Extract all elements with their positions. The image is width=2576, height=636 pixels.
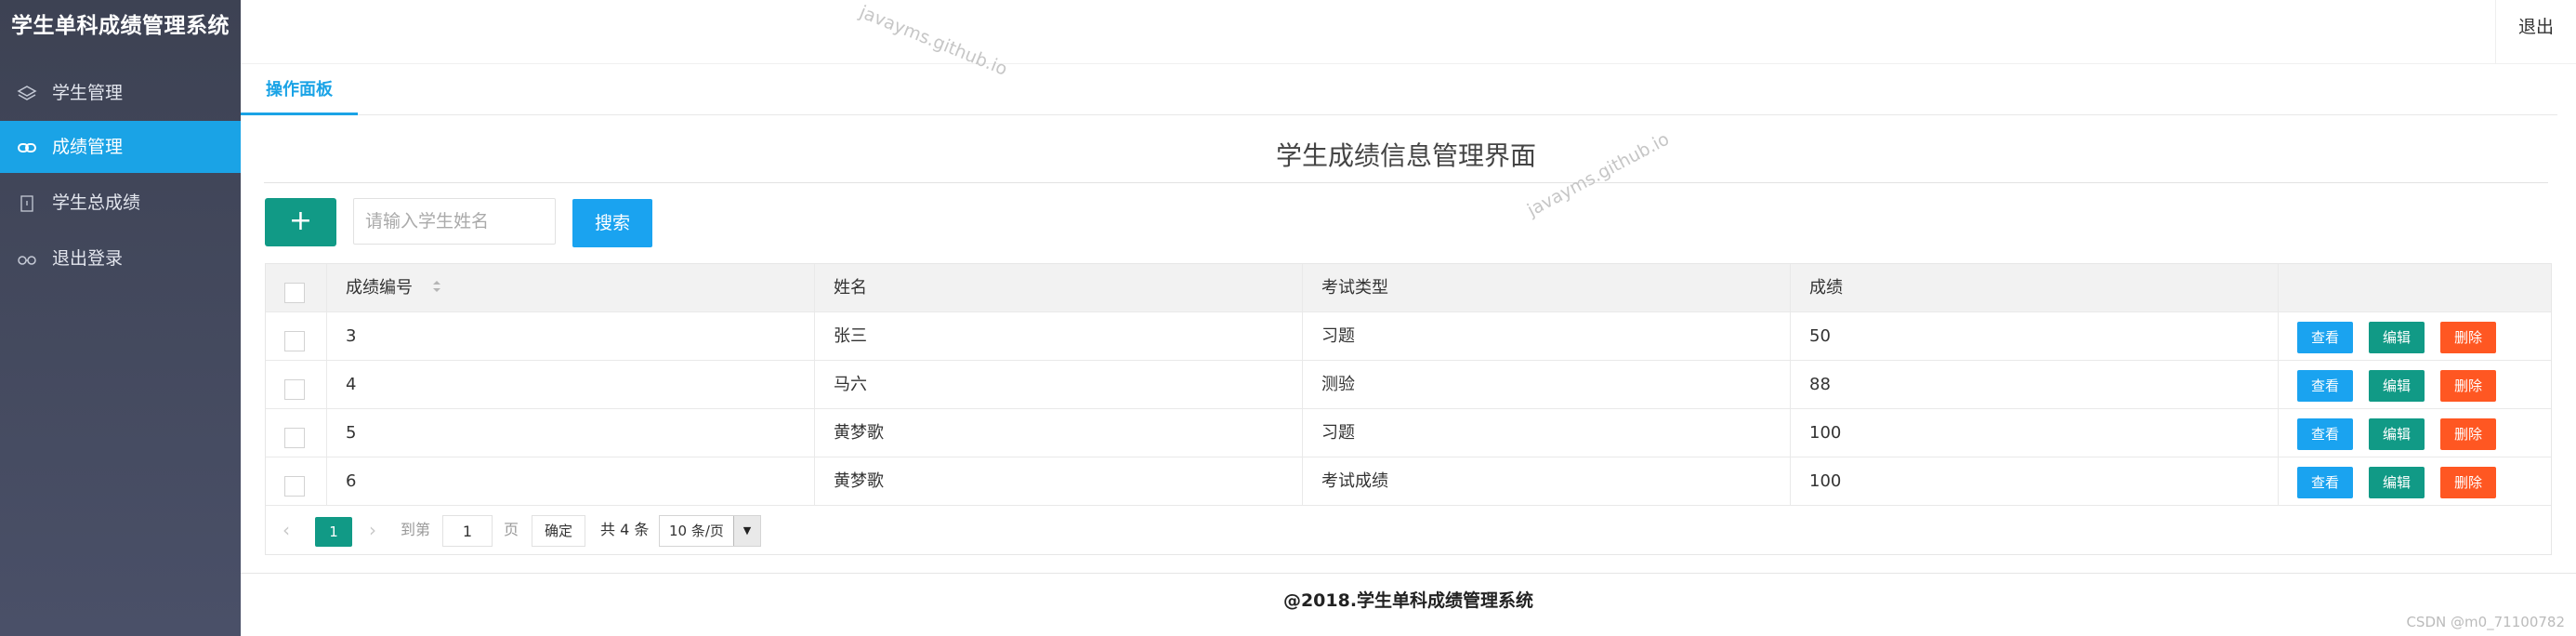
row-checkbox-cell: [266, 361, 327, 408]
next-page-icon[interactable]: ›: [369, 519, 376, 541]
row-checkbox-cell: [266, 312, 327, 360]
delete-button[interactable]: 删除: [2440, 418, 2496, 450]
sidebar-item-label: 退出登录: [52, 248, 124, 269]
sidebar-item-label: 学生总成绩: [52, 192, 141, 213]
cell-actions: 查看 编辑 删除: [2279, 457, 2551, 505]
cell-exam-type: 测验: [1303, 361, 1791, 408]
add-button[interactable]: +: [265, 198, 336, 246]
row-checkbox[interactable]: [284, 428, 305, 448]
cell-score: 100: [1791, 409, 2279, 457]
sidebar-item-score-management[interactable]: 成绩管理: [0, 121, 241, 173]
page-size-select[interactable]: 10 条/页 ▼: [659, 515, 761, 547]
chevron-down-icon[interactable]: ▼: [733, 516, 760, 546]
cell-name: 张三: [815, 312, 1303, 360]
logout-link[interactable]: 退出: [2495, 0, 2576, 63]
cell-actions: 查看 编辑 删除: [2279, 409, 2551, 457]
sidebar-item-logout[interactable]: 退出登录: [0, 232, 241, 285]
header-checkbox-cell: [266, 264, 327, 311]
edit-button[interactable]: 编辑: [2369, 322, 2425, 353]
pagination: ‹ 1 › 到第 页 确定 共 4 条 10 条/页 ▼: [266, 506, 2551, 554]
footer: @2018.学生单科成绩管理系统: [241, 573, 2576, 629]
column-header-score: 成绩: [1791, 264, 2279, 311]
tab-bar: 操作面板: [241, 64, 2557, 115]
view-button[interactable]: 查看: [2297, 322, 2353, 353]
tab-operation-panel[interactable]: 操作面板: [241, 64, 358, 115]
delete-button[interactable]: 删除: [2440, 322, 2496, 353]
row-checkbox-cell: [266, 457, 327, 505]
sidebar-item-label: 成绩管理: [52, 137, 124, 157]
goto-label: 到第: [401, 521, 431, 538]
column-header-score-id[interactable]: 成绩编号: [327, 264, 815, 311]
page-unit-label: 页: [504, 521, 519, 538]
link-icon: [17, 138, 37, 158]
sort-icon[interactable]: [431, 265, 442, 312]
table-row: 4 马六 测验 88 查看 编辑 删除: [266, 361, 2551, 409]
column-header-exam-type: 考试类型: [1303, 264, 1791, 311]
cell-score: 50: [1791, 312, 2279, 360]
cell-score-id: 3: [327, 312, 815, 360]
cell-name: 黄梦歌: [815, 457, 1303, 505]
delete-button[interactable]: 删除: [2440, 467, 2496, 498]
search-input[interactable]: [353, 198, 556, 245]
cell-name: 黄梦歌: [815, 409, 1303, 457]
column-header-label: 成绩编号: [346, 278, 413, 298]
column-header-name: 姓名: [815, 264, 1303, 311]
view-button[interactable]: 查看: [2297, 418, 2353, 450]
row-checkbox[interactable]: [284, 331, 305, 351]
cell-actions: 查看 编辑 删除: [2279, 312, 2551, 360]
table-row: 6 黄梦歌 考试成绩 100 查看 编辑 删除: [266, 457, 2551, 506]
cell-score: 88: [1791, 361, 2279, 408]
edit-button[interactable]: 编辑: [2369, 418, 2425, 450]
page-size-value: 10 条/页: [669, 523, 724, 539]
delete-button[interactable]: 删除: [2440, 370, 2496, 402]
current-page-button[interactable]: 1: [315, 517, 352, 547]
row-checkbox-cell: [266, 409, 327, 457]
cell-score-id: 6: [327, 457, 815, 505]
row-checkbox[interactable]: [284, 379, 305, 400]
cell-exam-type: 考试成绩: [1303, 457, 1791, 505]
top-bar: 退出: [241, 0, 2576, 64]
edit-button[interactable]: 编辑: [2369, 370, 2425, 402]
csdn-watermark: CSDN @m0_71100782: [2406, 614, 2565, 630]
page-title: 学生成绩信息管理界面: [264, 132, 2548, 183]
goto-page-input[interactable]: [442, 515, 493, 547]
glasses-icon: [17, 249, 37, 270]
search-button[interactable]: 搜索: [572, 199, 652, 247]
table-row: 3 张三 习题 50 查看 编辑 删除: [266, 312, 2551, 361]
total-count: 共 4 条: [600, 521, 650, 538]
edit-button[interactable]: 编辑: [2369, 467, 2425, 498]
column-header-actions: [2279, 264, 2551, 311]
sidebar-item-total-score[interactable]: 学生总成绩: [0, 177, 241, 229]
score-table: 成绩编号 姓名 考试类型 成绩 3 张三 习题 50 查看 编辑 删除 4 马六…: [265, 263, 2552, 555]
sidebar-item-student-management[interactable]: 学生管理: [0, 67, 241, 119]
cell-score-id: 4: [327, 361, 815, 408]
prev-page-icon[interactable]: ‹: [283, 519, 290, 541]
view-button[interactable]: 查看: [2297, 370, 2353, 402]
table-row: 5 黄梦歌 习题 100 查看 编辑 删除: [266, 409, 2551, 457]
sidebar-item-label: 学生管理: [52, 83, 124, 103]
cell-name: 马六: [815, 361, 1303, 408]
sidebar: 学生单科成绩管理系统 学生管理 成绩管理 学生总成绩 退出登录: [0, 0, 241, 636]
cell-exam-type: 习题: [1303, 409, 1791, 457]
table-header-row: 成绩编号 姓名 考试类型 成绩: [266, 264, 2551, 312]
cell-score-id: 5: [327, 409, 815, 457]
cell-score: 100: [1791, 457, 2279, 505]
select-all-checkbox[interactable]: [284, 283, 305, 303]
app-title: 学生单科成绩管理系统: [11, 14, 230, 38]
cell-actions: 查看 编辑 删除: [2279, 361, 2551, 408]
layers-icon: [17, 84, 37, 104]
view-button[interactable]: 查看: [2297, 467, 2353, 498]
cell-exam-type: 习题: [1303, 312, 1791, 360]
goto-confirm-button[interactable]: 确定: [532, 515, 585, 547]
document-icon: [17, 193, 37, 214]
row-checkbox[interactable]: [284, 476, 305, 497]
